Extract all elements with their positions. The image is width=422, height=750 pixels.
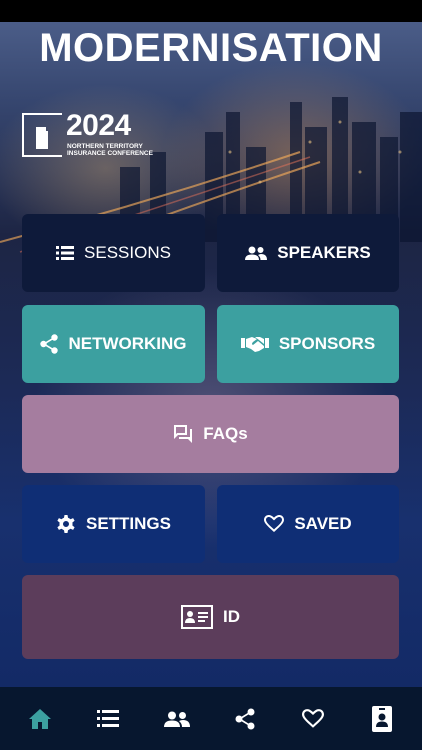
- logo-subtitle: NORTHERN TERRITORY INSURANCE CONFERENCE: [67, 143, 153, 157]
- tab-networking[interactable]: [225, 699, 265, 739]
- badge-icon: [371, 705, 392, 732]
- list-icon: [97, 710, 120, 727]
- sessions-button[interactable]: SESSIONS: [22, 214, 205, 292]
- id-card-icon: [181, 605, 213, 629]
- faqs-button[interactable]: FAQs: [22, 395, 399, 473]
- heart-icon: [264, 515, 285, 533]
- saved-button[interactable]: SAVED: [217, 485, 399, 563]
- logo-year: 2024: [66, 109, 131, 142]
- tab-id[interactable]: [362, 699, 402, 739]
- heart-icon: [302, 708, 325, 728]
- tab-saved[interactable]: [293, 699, 333, 739]
- people-icon: [163, 711, 190, 727]
- speakers-button[interactable]: SPEAKERS: [217, 214, 399, 292]
- chat-bubbles-icon: [173, 424, 193, 444]
- territory-map-icon: [36, 127, 48, 149]
- conference-title: MODERNISATION: [39, 26, 383, 70]
- networking-label: NETWORKING: [68, 334, 187, 353]
- id-button[interactable]: ID: [22, 575, 399, 659]
- share-icon: [40, 334, 59, 354]
- status-bar: [0, 0, 422, 22]
- bottom-tab-bar: [0, 687, 422, 750]
- networking-button[interactable]: NETWORKING: [22, 305, 205, 383]
- saved-label: SAVED: [294, 514, 352, 533]
- settings-label: SETTINGS: [85, 514, 171, 533]
- id-label: ID: [223, 607, 240, 626]
- list-icon: [56, 246, 75, 260]
- speakers-label: SPEAKERS: [277, 243, 371, 262]
- sessions-label: SESSIONS: [84, 243, 171, 262]
- home-icon: [29, 708, 52, 729]
- tab-sessions[interactable]: [88, 699, 128, 739]
- tab-speakers[interactable]: [157, 699, 197, 739]
- logo-frame: [22, 113, 62, 157]
- sponsors-button[interactable]: SPONSORS: [217, 305, 399, 383]
- faqs-label: FAQs: [203, 424, 248, 443]
- people-icon: [245, 246, 268, 260]
- share-icon: [235, 708, 255, 729]
- tab-home[interactable]: [20, 699, 60, 739]
- gear-icon: [56, 514, 76, 534]
- handshake-icon: [240, 335, 269, 353]
- settings-button[interactable]: SETTINGS: [22, 485, 205, 563]
- sponsors-label: SPONSORS: [278, 334, 376, 353]
